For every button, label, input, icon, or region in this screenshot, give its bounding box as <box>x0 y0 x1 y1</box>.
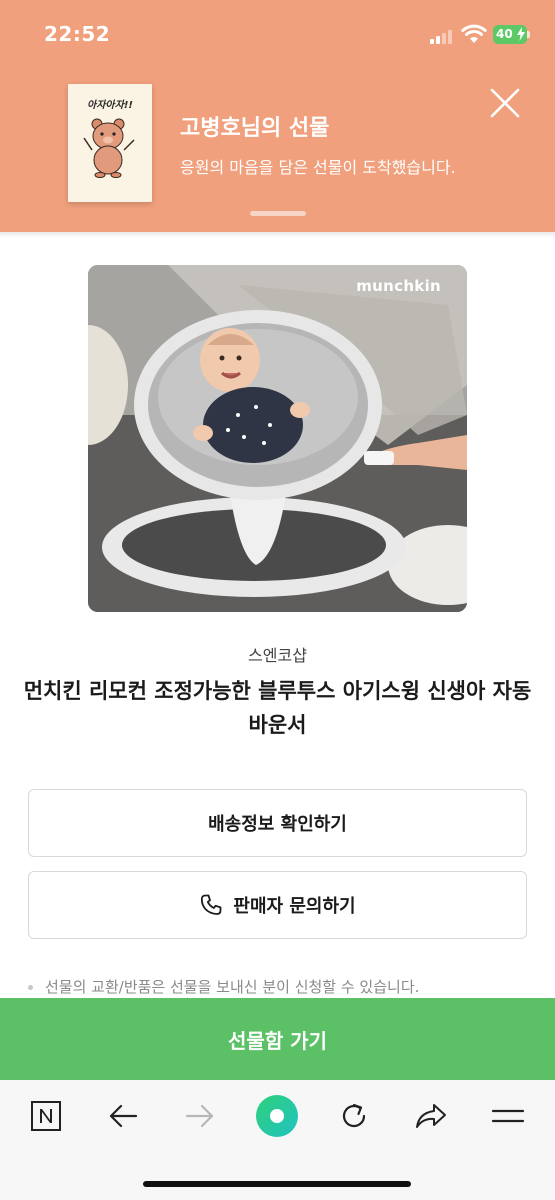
shipping-info-label: 배송정보 확인하기 <box>208 814 347 835</box>
baby-swing-photo <box>88 265 467 612</box>
forward-button[interactable] <box>178 1096 222 1136</box>
home-button[interactable] <box>255 1094 299 1138</box>
go-to-giftbox-label: 선물함 가기 <box>228 1028 327 1053</box>
return-notice: 선물의 교환/반품은 선물을 보내신 분이 신청할 수 있습니다. <box>28 976 419 997</box>
shipping-info-button[interactable]: 배송정보 확인하기 <box>28 789 527 857</box>
signal-icon <box>430 28 456 44</box>
seller-inquiry-button[interactable]: 판매자 문의하기 <box>28 871 527 939</box>
go-to-giftbox-button[interactable]: 선물함 가기 <box>0 998 555 1080</box>
battery-tip <box>527 31 530 38</box>
close-icon[interactable] <box>488 86 522 120</box>
wifi-icon <box>461 24 487 43</box>
brand-logo: munchkin <box>356 277 441 295</box>
share-icon[interactable] <box>415 1102 447 1130</box>
home-circle-icon[interactable] <box>255 1094 299 1138</box>
home-indicator[interactable] <box>143 1181 411 1187</box>
back-arrow-icon[interactable] <box>108 1104 138 1128</box>
status-bar: 22:52 40 <box>0 0 555 70</box>
phone-icon <box>199 893 223 917</box>
sheet-handle[interactable] <box>250 211 306 216</box>
gift-card-text: 아자아자!! <box>87 100 133 111</box>
header-shadow <box>0 232 555 238</box>
gift-header: 22:52 40 아자아자!! 고병호님의 선물 응원의 마음을 담은 선물이 … <box>0 0 555 232</box>
cheering-bear-illustration <box>83 118 135 178</box>
gift-title: 고병호님의 선물 <box>180 116 330 141</box>
refresh-button[interactable] <box>332 1096 376 1136</box>
product-image: munchkin <box>88 265 467 612</box>
gift-message-card[interactable]: 아자아자!! <box>68 84 152 202</box>
refresh-icon[interactable] <box>339 1101 369 1131</box>
charging-bolt-icon <box>517 27 525 41</box>
bullet-dot <box>28 985 33 990</box>
status-time: 22:52 <box>44 22 111 46</box>
gift-subtitle: 응원의 마음을 담은 선물이 도착했습니다. <box>180 158 456 177</box>
forward-arrow-icon[interactable] <box>185 1104 215 1128</box>
menu-icon[interactable] <box>491 1106 525 1126</box>
back-button[interactable] <box>101 1096 145 1136</box>
battery-level: 40 <box>496 27 513 41</box>
naver-n-button[interactable] <box>24 1096 68 1136</box>
product-name: 먼치킨 리모컨 조정가능한 블루투스 아기스윙 신생아 자동 바운서 <box>23 679 532 737</box>
naver-n-icon[interactable] <box>30 1100 62 1132</box>
share-button[interactable] <box>409 1096 453 1136</box>
menu-button[interactable] <box>486 1096 530 1136</box>
return-notice-text: 선물의 교환/반품은 선물을 보내신 분이 신청할 수 있습니다. <box>45 978 420 996</box>
seller-name[interactable]: 스엔코샵 <box>0 642 555 666</box>
battery-indicator: 40 <box>493 25 527 44</box>
seller-inquiry-label: 판매자 문의하기 <box>233 896 356 917</box>
close-button[interactable] <box>488 86 522 120</box>
